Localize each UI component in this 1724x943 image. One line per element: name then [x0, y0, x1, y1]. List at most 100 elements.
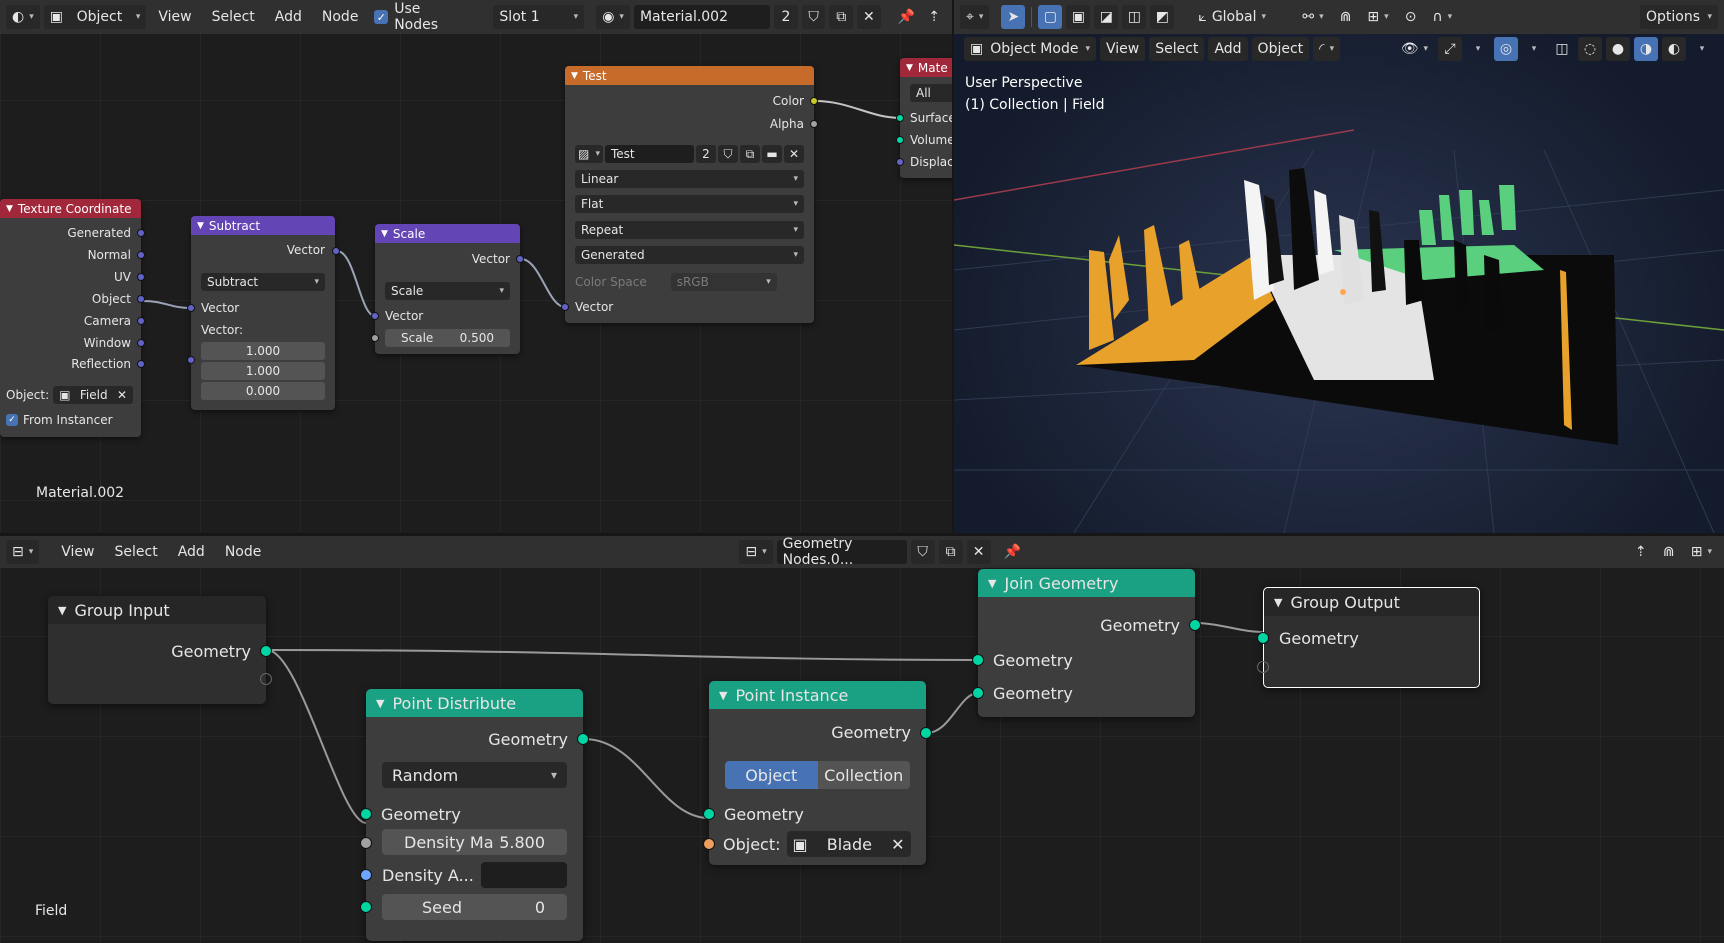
point-distribute-node[interactable]: ▼ Point Distribute Geometry Random ▾ Geo…	[360, 689, 589, 941]
texture-coordinate-node[interactable]: ▼ Texture Coordinate Generated Normal UV…	[0, 199, 145, 437]
mode-collection-button[interactable]: Collection	[817, 761, 910, 789]
snap-dropdown[interactable]: ⊞ ▾	[1685, 540, 1718, 564]
collapse-arrow-icon[interactable]: ▼	[988, 577, 996, 590]
select-tool-button[interactable]: ➤	[1001, 5, 1026, 29]
node-tree-browse-button[interactable]: ⊟ ▾	[739, 540, 773, 564]
area-divider-vertical[interactable]	[952, 0, 954, 533]
object-type-visibility[interactable]: ◜ ▾	[1313, 37, 1341, 61]
image-texture-node[interactable]: ▼ Test Color Alpha ▨ ▾ Test 2 ⛉ ⧉ ▬ ✕ Lin…	[561, 66, 818, 323]
menu-select[interactable]: Select	[1149, 37, 1205, 61]
visibility-dropdown[interactable]: 👁 ▾	[1395, 37, 1434, 61]
from-instancer-checkbox[interactable]: ✓ From Instancer	[0, 410, 141, 430]
vector-z-field[interactable]: 0.000	[201, 382, 325, 400]
snap-toggle[interactable]: ⋒	[1334, 5, 1358, 29]
object-field[interactable]: ▣ Field ✕	[53, 386, 134, 404]
close-icon[interactable]: ✕	[891, 835, 904, 854]
join-geometry-node[interactable]: ▼ Join Geometry Geometry Geometry Geomet…	[972, 569, 1201, 717]
projection-dropdown[interactable]: Flat ▾	[575, 195, 804, 213]
snap-toggle[interactable]: ⋒	[1657, 540, 1681, 564]
menu-add[interactable]: Add	[1208, 37, 1248, 61]
pin-button[interactable]: 📌	[895, 5, 919, 29]
node-header[interactable]: ▼ Group Input	[48, 596, 266, 624]
fake-user-button[interactable]: ⛉	[801, 5, 826, 29]
operation-dropdown[interactable]: Subtract ▾	[201, 273, 325, 291]
gizmo-toggle[interactable]: ⤢	[1438, 37, 1462, 61]
shading-wireframe[interactable]: ◌	[1578, 37, 1602, 61]
extension-dropdown[interactable]: Repeat ▾	[575, 221, 804, 239]
vector-y-field[interactable]: 1.000	[201, 362, 325, 380]
parent-tree-button[interactable]: ⇡	[1629, 540, 1653, 564]
socket-input-geometry[interactable]	[1257, 632, 1269, 644]
transform-orientation-dropdown[interactable]: ⟀ Global ▾	[1192, 5, 1292, 29]
socket-output-vector[interactable]	[516, 255, 524, 263]
group-output-node[interactable]: ▼ Group Output Geometry	[1257, 587, 1480, 688]
collapse-arrow-icon[interactable]: ▼	[58, 604, 66, 617]
material-name-field[interactable]: Material.002	[633, 5, 771, 29]
socket-output-geometry[interactable]	[1189, 619, 1201, 631]
overlays-dropdown[interactable]: ▾	[1522, 37, 1546, 61]
select-box-button[interactable]: ▢	[1038, 5, 1063, 29]
operation-dropdown[interactable]: Scale ▾	[385, 282, 510, 300]
socket-output-geometry[interactable]	[577, 733, 589, 745]
socket-window[interactable]	[137, 339, 145, 347]
socket-normal[interactable]	[137, 251, 145, 259]
socket-output-geometry[interactable]	[920, 727, 932, 739]
interpolation-dropdown[interactable]: Linear ▾	[575, 170, 804, 188]
socket-output-empty[interactable]	[260, 673, 272, 685]
menu-add[interactable]: Add	[170, 540, 213, 564]
pin-button[interactable]: 📌	[1001, 540, 1025, 564]
socket-input-volume[interactable]	[896, 136, 904, 144]
xray-toggle[interactable]: ◫	[1550, 37, 1574, 61]
editor-type-button[interactable]: ⊟ ▾	[6, 540, 40, 564]
socket-input-displacement[interactable]	[896, 158, 904, 166]
source-dropdown[interactable]: Generated ▾	[575, 246, 804, 264]
overlays-toggle[interactable]: ◎	[1494, 37, 1518, 61]
image-user-count[interactable]: 2	[696, 145, 716, 163]
density-max-field[interactable]: Density Ma 5.800	[382, 829, 567, 855]
material-output-node[interactable]: ▼ Mate All Surface Volume Displac	[896, 58, 952, 178]
unlink-image-button[interactable]: ✕	[784, 145, 804, 163]
menu-node[interactable]: Node	[314, 5, 367, 29]
falloff-dropdown[interactable]: ∩ ▾	[1426, 5, 1458, 29]
unlink-tree-button[interactable]: ✕	[966, 540, 991, 564]
select-extend-button[interactable]: ▣	[1066, 5, 1091, 29]
geometry-node-editor[interactable]: ⊟ ▾ View Select Add Node ⊟ ▾ Geometry Node…	[0, 536, 1724, 943]
socket-output-vector[interactable]	[332, 247, 340, 255]
collapse-arrow-icon[interactable]: ▼	[197, 221, 204, 231]
shading-material[interactable]: ◑	[1634, 37, 1658, 61]
collapse-arrow-icon[interactable]: ▼	[381, 229, 388, 239]
shading-dropdown[interactable]: ▾	[1690, 37, 1714, 61]
scale-node[interactable]: ▼ Scale Vector Scale ▾ Vector Scale 0.50…	[371, 224, 524, 354]
3d-viewport[interactable]: ⌖ ▾ ➤ ▢ ▣ ◪ ◫ ◩ ⟀ Global ▾ ⚯ ▾ ⋒ ⊞ ▾ ⊙ ∩ ▾ O…	[954, 0, 1724, 533]
select-subtract-button[interactable]: ◪	[1094, 5, 1119, 29]
socket-input-surface[interactable]	[896, 114, 904, 122]
socket-input-geometry[interactable]	[703, 808, 715, 820]
socket-generated[interactable]	[137, 229, 145, 237]
menu-node[interactable]: Node	[217, 540, 270, 564]
pivot-dropdown[interactable]: ⚯ ▾	[1296, 5, 1329, 29]
collapse-arrow-icon[interactable]: ▼	[6, 204, 13, 214]
open-image-button[interactable]: ▬	[762, 145, 782, 163]
duplicate-material-button[interactable]: ⧉	[829, 5, 854, 29]
node-tree-name-field[interactable]: Geometry Nodes.0...	[776, 536, 907, 568]
collapse-arrow-icon[interactable]: ▼	[571, 71, 578, 81]
node-header[interactable]: ▼ Texture Coordinate	[0, 199, 141, 218]
menu-view[interactable]: View	[1100, 37, 1146, 61]
socket-output-alpha[interactable]	[810, 120, 818, 128]
duplicate-tree-button[interactable]: ⧉	[938, 540, 963, 564]
socket-input-vector[interactable]	[187, 304, 195, 312]
node-header[interactable]: ▼ Point Distribute	[366, 689, 583, 717]
target-dropdown[interactable]: All	[910, 84, 952, 102]
gizmo-dropdown[interactable]: ▾	[1466, 37, 1490, 61]
color-space-dropdown[interactable]: sRGB ▾	[670, 273, 777, 291]
collapse-arrow-icon[interactable]: ▼	[1274, 596, 1282, 609]
menu-select[interactable]: Select	[107, 540, 166, 564]
fake-user-button[interactable]: ⛉	[910, 540, 935, 564]
parent-tree-button[interactable]: ⇡	[922, 5, 946, 29]
socket-input-seed[interactable]	[360, 901, 372, 913]
editor-type-button[interactable]: ⌖ ▾	[960, 5, 990, 29]
material-browse-button[interactable]: ◉ ▾	[596, 5, 630, 29]
socket-uv[interactable]	[137, 273, 145, 281]
mode-dropdown[interactable]: ▣ Object Mode ▾	[964, 37, 1096, 61]
new-image-button[interactable]: ⧉	[740, 145, 760, 163]
